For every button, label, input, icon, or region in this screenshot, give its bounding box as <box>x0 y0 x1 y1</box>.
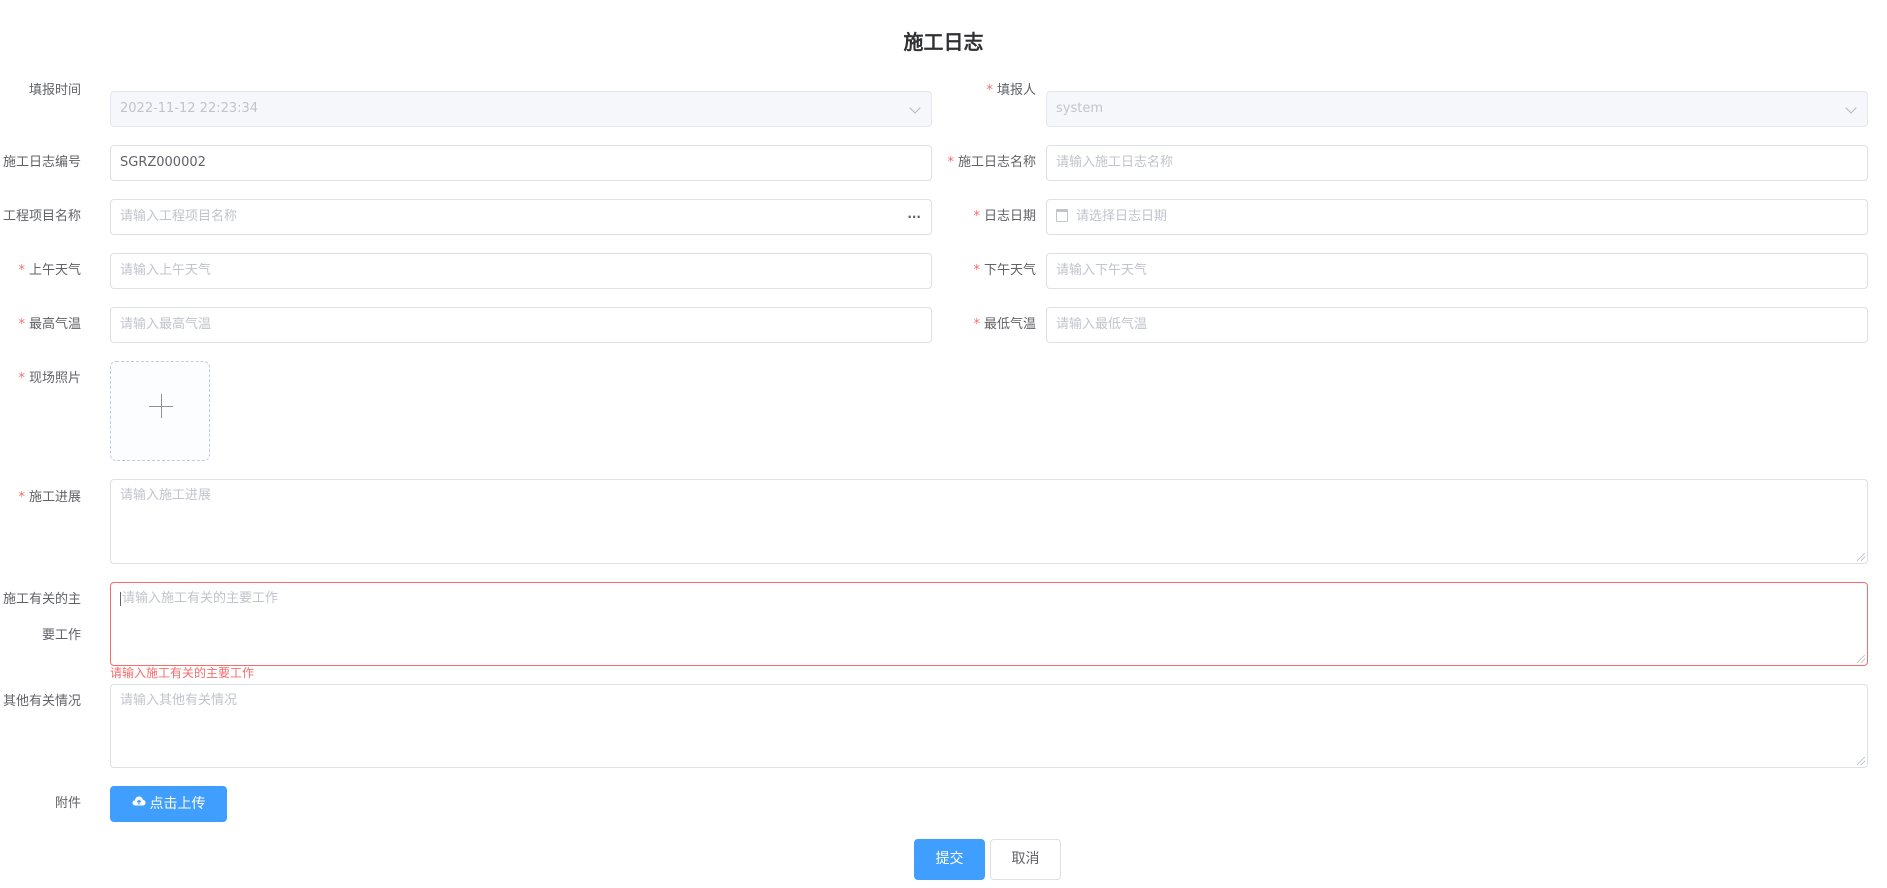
am-weather-label: 上午天气 <box>18 262 81 280</box>
pm-weather-placeholder: 请输入下午天气 <box>1056 263 1148 278</box>
fill-time-label: 填报时间 <box>28 83 81 98</box>
log-date-placeholder: 请选择日志日期 <box>1076 209 1168 224</box>
pm-weather-label: 下午天气 <box>973 262 1036 280</box>
reporter-label: 填报人 <box>986 82 1036 100</box>
log-date-label: 日志日期 <box>973 208 1036 226</box>
page-title: 施工日志 <box>903 30 984 54</box>
progress-placeholder: 请输入施工进展 <box>120 488 212 503</box>
project-name-input[interactable]: 请输入工程项目名称 ··· <box>110 199 932 235</box>
main-work-label-line1: 施工有关的主 <box>0 591 81 609</box>
photo-upload-box[interactable] <box>110 361 210 461</box>
submit-button[interactable]: 提交 <box>914 839 985 880</box>
other-placeholder: 请输入其他有关情况 <box>120 693 238 708</box>
other-label: 其他有关情况 <box>2 694 81 709</box>
min-temp-label: 最低气温 <box>973 316 1036 334</box>
cloud-upload-icon <box>132 786 146 820</box>
resize-handle-icon[interactable] <box>1857 757 1865 765</box>
max-temp-label: 最高气温 <box>18 316 81 334</box>
progress-textarea[interactable]: 请输入施工进展 <box>110 479 1868 564</box>
text-caret <box>120 591 121 606</box>
fill-time-value: 2022-11-12 22:23:34 <box>120 101 259 116</box>
main-work-textarea[interactable]: 请输入施工有关的主要工作 <box>110 582 1868 666</box>
calendar-icon <box>1056 209 1068 222</box>
chevron-down-icon <box>909 102 921 114</box>
main-work-placeholder: 请输入施工有关的主要工作 <box>122 591 279 606</box>
main-work-error: 请输入施工有关的主要工作 <box>110 666 255 680</box>
project-name-label: 工程项目名称 <box>0 208 81 226</box>
max-temp-input[interactable]: 请输入最高气温 <box>110 307 932 343</box>
site-photos-label: 现场照片 <box>18 370 81 388</box>
upload-button[interactable]: 点击上传 <box>110 786 227 822</box>
main-work-label-line2: 要工作 <box>41 628 81 643</box>
min-temp-input[interactable]: 请输入最低气温 <box>1046 307 1868 343</box>
fill-time-select[interactable]: 2022-11-12 22:23:34 <box>110 91 932 127</box>
reporter-value: system <box>1056 101 1103 116</box>
pm-weather-input[interactable]: 请输入下午天气 <box>1046 253 1868 289</box>
min-temp-placeholder: 请输入最低气温 <box>1056 317 1148 332</box>
attachment-label: 附件 <box>54 796 81 811</box>
cancel-button[interactable]: 取消 <box>990 839 1061 880</box>
log-name-label: 施工日志名称 <box>947 154 1036 172</box>
more-icon[interactable]: ··· <box>907 200 921 234</box>
log-name-placeholder: 请输入施工日志名称 <box>1056 155 1174 170</box>
log-date-picker[interactable]: 请选择日志日期 <box>1046 199 1868 235</box>
log-number-input[interactable]: SGRZ000002 <box>110 145 932 181</box>
am-weather-placeholder: 请输入上午天气 <box>120 263 212 278</box>
reporter-select[interactable]: system <box>1046 91 1868 127</box>
resize-handle-icon[interactable] <box>1857 655 1865 663</box>
log-name-input[interactable]: 请输入施工日志名称 <box>1046 145 1868 181</box>
max-temp-placeholder: 请输入最高气温 <box>120 317 212 332</box>
other-textarea[interactable]: 请输入其他有关情况 <box>110 684 1868 768</box>
construction-log-form: 施工日志 填报时间 2022-11-12 22:23:34 填报人 system… <box>0 0 1887 888</box>
chevron-down-icon <box>1845 102 1857 114</box>
log-number-label: 施工日志编号 <box>0 154 81 172</box>
upload-button-label: 点击上传 <box>149 796 206 812</box>
am-weather-input[interactable]: 请输入上午天气 <box>110 253 932 289</box>
resize-handle-icon[interactable] <box>1857 553 1865 561</box>
project-name-placeholder: 请输入工程项目名称 <box>120 209 238 224</box>
progress-label: 施工进展 <box>18 489 81 507</box>
log-number-value: SGRZ000002 <box>120 155 206 170</box>
